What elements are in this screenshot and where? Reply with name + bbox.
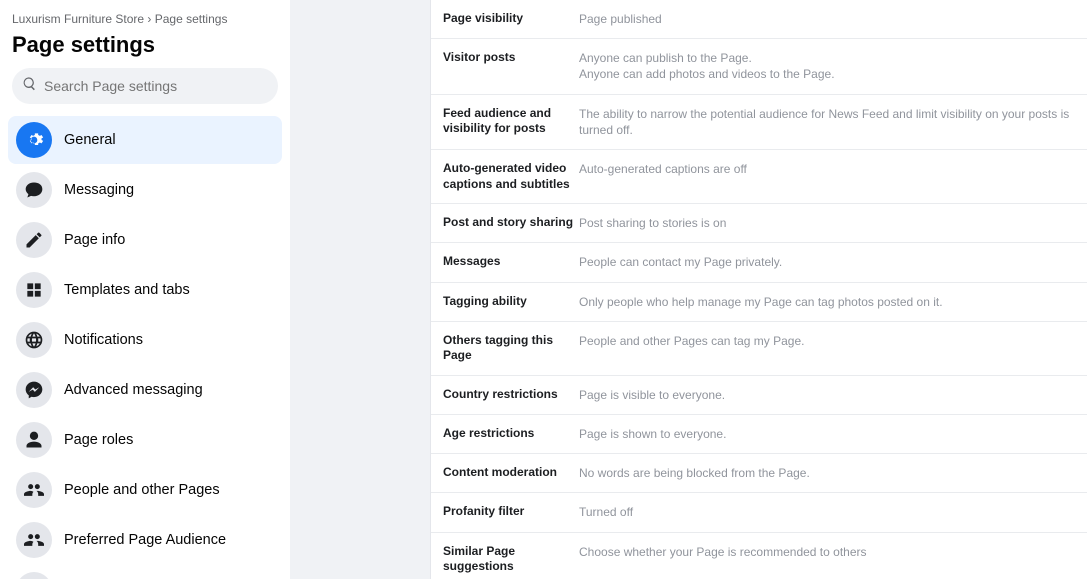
sidebar-item-label: People and other Pages [64, 482, 220, 498]
settings-row-value: Anyone can publish to the Page.Anyone ca… [579, 50, 1075, 82]
settings-row-value: Auto-generated captions are off [579, 161, 1075, 192]
sidebar-item-label: Templates and tabs [64, 282, 190, 298]
settings-row-label: Profanity filter [443, 504, 579, 520]
settings-row[interactable]: Visitor postsAnyone can publish to the P… [431, 39, 1087, 94]
settings-row-label: Auto-generated video captions and subtit… [443, 161, 579, 192]
settings-row[interactable]: Similar Page suggestionsChoose whether y… [431, 533, 1087, 579]
globe-icon [16, 322, 52, 358]
settings-row[interactable]: Others tagging this PagePeople and other… [431, 322, 1087, 376]
settings-row-value: People and other Pages can tag my Page. [579, 333, 1075, 364]
settings-row-label: Messages [443, 254, 579, 270]
sidebar-item-label: Advanced messaging [64, 382, 203, 398]
sidebar-item-people-pages[interactable]: People and other Pages [8, 466, 282, 514]
sidebar-item-page-roles[interactable]: Page roles [8, 416, 282, 464]
settings-row-value: Post sharing to stories is on [579, 215, 1075, 231]
sidebar-nav: General Messaging Page info Templates and t… [8, 116, 282, 579]
settings-row-value: Page is visible to everyone. [579, 387, 1075, 403]
settings-row-value: Choose whether your Page is recommended … [579, 544, 1075, 575]
pencil-icon [16, 222, 52, 258]
settings-row[interactable]: Age restrictionsPage is shown to everyon… [431, 415, 1087, 454]
settings-row[interactable]: Page visibilityPage published [431, 0, 1087, 39]
settings-row-value: The ability to narrow the potential audi… [579, 106, 1075, 138]
settings-row[interactable]: Profanity filterTurned off [431, 493, 1087, 532]
settings-row-label: Others tagging this Page [443, 333, 579, 364]
settings-row-value: People can contact my Page privately. [579, 254, 1075, 270]
chat-icon [16, 172, 52, 208]
settings-row[interactable]: Post and story sharingPost sharing to st… [431, 204, 1087, 243]
compass-icon [16, 572, 52, 579]
sidebar-item-label: Notifications [64, 332, 143, 348]
sidebar-item-messaging[interactable]: Messaging [8, 166, 282, 214]
settings-row-label: Content moderation [443, 465, 579, 481]
sidebar-item-label: Page roles [64, 432, 133, 448]
sidebar-item-page-info[interactable]: Page info [8, 216, 282, 264]
settings-row-label: Age restrictions [443, 426, 579, 442]
grid-icon [16, 272, 52, 308]
gear-icon [16, 122, 52, 158]
settings-row[interactable]: MessagesPeople can contact my Page priva… [431, 243, 1087, 282]
people-icon [16, 522, 52, 558]
breadcrumb: Luxurism Furniture Store › Page settings [8, 8, 282, 30]
settings-row-value: Only people who help manage my Page can … [579, 294, 1075, 310]
settings-row-label: Tagging ability [443, 294, 579, 310]
settings-row-value: No words are being blocked from the Page… [579, 465, 1075, 481]
sidebar: Luxurism Furniture Store › Page settings… [0, 0, 290, 579]
settings-row-value: Page is shown to everyone. [579, 426, 1075, 442]
settings-row[interactable]: Auto-generated video captions and subtit… [431, 150, 1087, 204]
sidebar-item-templates[interactable]: Templates and tabs [8, 266, 282, 314]
sidebar-item-preferred-audience[interactable]: Preferred Page Audience [8, 516, 282, 564]
settings-row-label: Similar Page suggestions [443, 544, 579, 575]
sidebar-item-general[interactable]: General [8, 116, 282, 164]
settings-row[interactable]: Feed audience and visibility for postsTh… [431, 95, 1087, 150]
sidebar-item-notifications[interactable]: Notifications [8, 316, 282, 364]
messenger-icon [16, 372, 52, 408]
search-box[interactable] [12, 68, 278, 104]
sidebar-item-label: Page info [64, 232, 125, 248]
sidebar-item-advanced-messaging[interactable]: Advanced messaging [8, 366, 282, 414]
person-icon [16, 422, 52, 458]
people-icon [16, 472, 52, 508]
settings-row[interactable]: Tagging abilityOnly people who help mana… [431, 283, 1087, 322]
settings-row[interactable]: Country restrictionsPage is visible to e… [431, 376, 1087, 415]
settings-row-label: Post and story sharing [443, 215, 579, 231]
sidebar-item-issue-ads[interactable]: issue, electoral or political ads [8, 566, 282, 579]
breadcrumb-current: Page settings [155, 12, 228, 26]
breadcrumb-store-link[interactable]: Luxurism Furniture Store [12, 12, 144, 26]
settings-panel: Page visibilityPage publishedVisitor pos… [430, 0, 1087, 579]
breadcrumb-separator: › [147, 12, 151, 26]
settings-row-label: Feed audience and visibility for posts [443, 106, 579, 138]
settings-row-label: Page visibility [443, 11, 579, 27]
sidebar-item-label: Messaging [64, 182, 134, 198]
settings-row[interactable]: Content moderationNo words are being blo… [431, 454, 1087, 493]
sidebar-item-label: General [64, 132, 116, 148]
settings-row-value: Turned off [579, 504, 1075, 520]
settings-row-label: Visitor posts [443, 50, 579, 82]
sidebar-item-label: Preferred Page Audience [64, 532, 226, 548]
page-title: Page settings [8, 30, 282, 68]
settings-row-value: Page published [579, 11, 1075, 27]
settings-row-label: Country restrictions [443, 387, 579, 403]
search-icon [22, 76, 38, 97]
main-area: Page visibilityPage publishedVisitor pos… [290, 0, 1087, 579]
search-input[interactable] [44, 78, 268, 94]
